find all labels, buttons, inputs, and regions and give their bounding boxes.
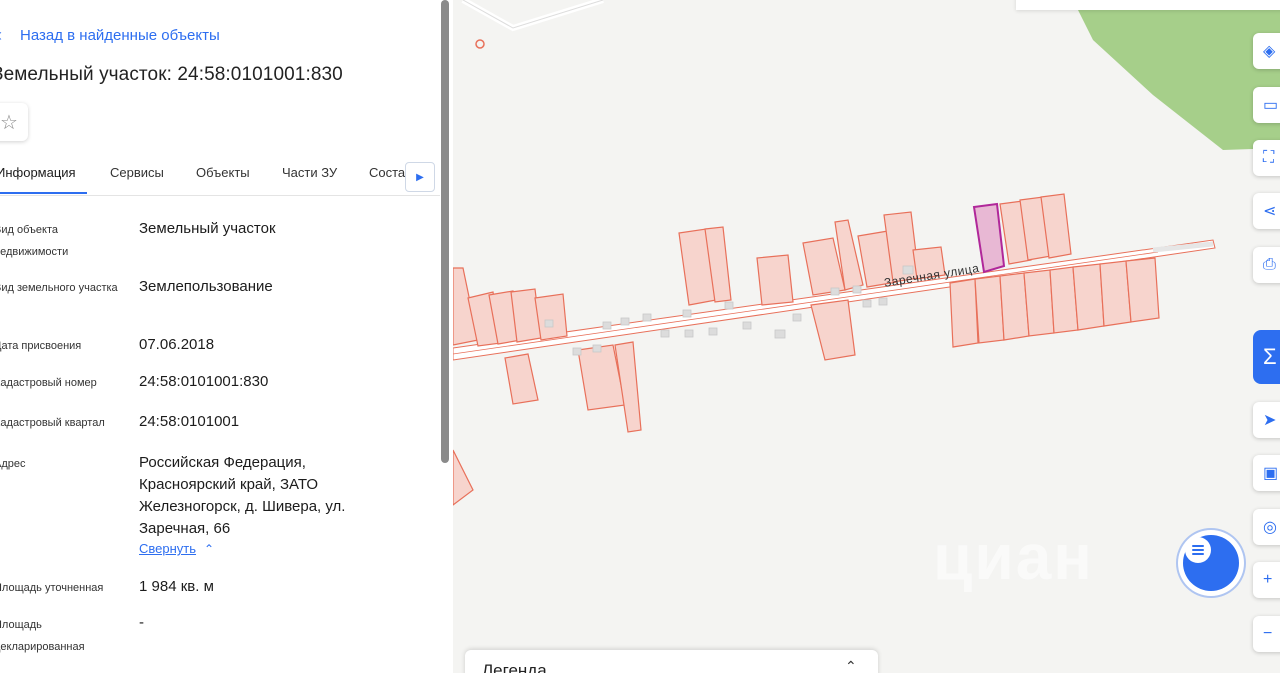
legend-title: Легенда <box>482 661 547 673</box>
tab-information[interactable]: Информация <box>0 165 76 180</box>
tab-services[interactable]: Сервисы <box>110 165 164 180</box>
locate-button[interactable]: ➤ <box>1253 402 1280 438</box>
cian-watermark: циан <box>933 521 1094 593</box>
chevron-up-icon[interactable]: ⌃ <box>845 658 857 673</box>
map-search-box[interactable] <box>1016 0 1280 10</box>
zoom-in-icon: + <box>1263 571 1273 588</box>
chevron-left-icon: ‹ <box>0 25 20 46</box>
ruler-icon: ▭ <box>1263 97 1279 114</box>
select-area-icon: ⛶ <box>1263 149 1275 166</box>
value-address: Российская Федерация, Красноярский край,… <box>139 454 346 537</box>
value-object-type: Земельный участок <box>139 220 276 237</box>
zoom-in-button[interactable]: + <box>1253 562 1280 598</box>
label-area-declared: Площадь декларированная <box>0 619 85 653</box>
panel-scrollbar[interactable] <box>441 0 449 463</box>
zoom-out-button[interactable]: − <box>1253 616 1280 652</box>
zoom-out-icon: − <box>1263 625 1273 642</box>
value-land-type: Землепользование <box>139 278 273 295</box>
ruler-button[interactable]: ▭ <box>1253 87 1280 123</box>
label-assign-date: Дата присвоения <box>0 340 82 352</box>
label-land-type: Вид земельного участка <box>0 282 118 294</box>
tab-composition[interactable]: Соста <box>369 165 405 180</box>
pin-button[interactable]: ◎ <box>1253 509 1280 545</box>
print-button[interactable]: ⎙ <box>1253 247 1280 283</box>
info-panel: ‹ Назад в найденные объекты Земельный уч… <box>0 0 453 673</box>
map-canvas <box>453 0 1280 506</box>
forest-area <box>903 0 1280 150</box>
value-assign-date: 07.06.2018 <box>139 336 215 353</box>
selected-parcel <box>972 202 1006 274</box>
tab-parts[interactable]: Части ЗУ <box>282 165 337 180</box>
label-area-specified: Площадь уточненная <box>0 582 104 594</box>
back-link-label: Назад в найденные объекты <box>20 27 220 44</box>
pin-icon: ◎ <box>1263 519 1277 536</box>
point-marker <box>475 39 485 49</box>
active-tab-indicator <box>0 192 87 194</box>
cadastral-map[interactable]: Заречная улица циан ◈ ▭ ⛶ ⋖ ⎙ Σ ➤ ▣ ◎ + … <box>453 0 1280 673</box>
collapse-address-link[interactable]: Свернуть ⌃ <box>139 541 214 556</box>
label-cadastral-quarter: Кадастровый квартал <box>0 417 105 429</box>
chat-icon <box>1185 537 1211 563</box>
label-address: Адрес <box>0 458 26 470</box>
value-cadastral-number: 24:58:0101001:830 <box>139 373 269 390</box>
value-cadastral-quarter: 24:58:0101001 <box>139 413 240 430</box>
favorite-button[interactable]: ☆ <box>0 103 28 141</box>
star-icon: ☆ <box>0 111 18 134</box>
sigma-button[interactable]: Σ <box>1253 330 1280 384</box>
page-title: Земельный участок: 24:58:0101001:830 <box>0 64 343 85</box>
tab-objects[interactable]: Объекты <box>196 165 250 180</box>
legend-panel[interactable]: Легенда ⌃ <box>465 650 878 673</box>
chevron-up-icon: ⌃ <box>204 542 215 556</box>
road-minor <box>461 0 604 32</box>
chat-button[interactable] <box>1183 535 1239 591</box>
value-area-specified: 1 984 кв. м <box>139 578 214 595</box>
label-cadastral-number: Кадастровый номер <box>0 377 97 389</box>
label-object-type: Вид объекта недвижимости <box>0 224 69 258</box>
tab-bar: Информация Сервисы Объекты Части ЗУ Сост… <box>0 155 440 196</box>
collapse-label: Свернуть <box>139 541 197 556</box>
screen-button[interactable]: ▣ <box>1253 455 1280 491</box>
back-to-results-link[interactable]: ‹ Назад в найденные объекты <box>0 25 220 46</box>
print-icon: ⎙ <box>1263 256 1276 273</box>
sigma-icon: Σ <box>1263 344 1277 369</box>
value-area-declared: - <box>139 614 144 631</box>
locate-icon: ➤ <box>1263 412 1277 429</box>
share-icon: ⋖ <box>1263 203 1277 220</box>
share-button[interactable]: ⋖ <box>1253 193 1280 229</box>
layers-button[interactable]: ◈ <box>1253 33 1280 69</box>
tabs-scroll-right-button[interactable]: ▶ <box>405 162 435 192</box>
chevron-right-icon: ▶ <box>416 171 424 183</box>
screen-icon: ▣ <box>1263 465 1279 482</box>
layers-icon: ◈ <box>1263 43 1276 60</box>
select-area-button[interactable]: ⛶ <box>1253 140 1280 176</box>
